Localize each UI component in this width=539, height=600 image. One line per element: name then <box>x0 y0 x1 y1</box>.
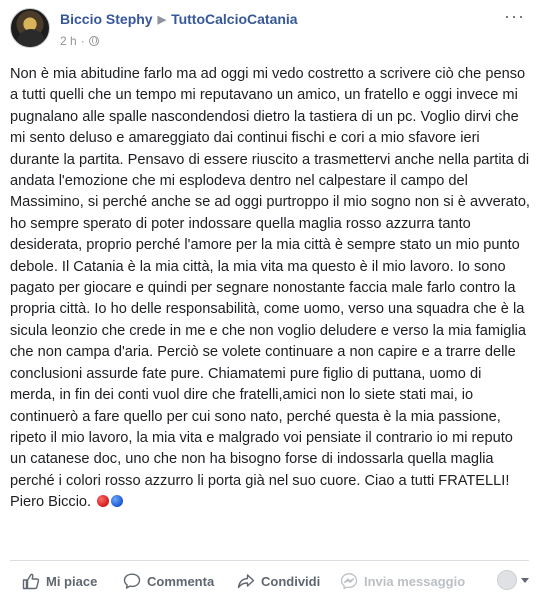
like-label: Mi piace <box>46 573 98 589</box>
message-icon <box>340 573 358 590</box>
comment-button[interactable]: Commenta <box>123 572 214 590</box>
like-icon <box>22 573 40 590</box>
actions-divider <box>10 560 529 561</box>
post-signature-line: Piero Biccio. <box>10 492 530 513</box>
post-body: Non è mia abitudine farlo ma ad oggi mi … <box>10 64 530 514</box>
audience-caret-icon <box>521 577 529 583</box>
send-message-button[interactable]: Invia messaggio <box>340 572 465 590</box>
blue-circle-emoji <box>111 495 124 508</box>
meta-separator: · <box>80 34 85 48</box>
author-avatar[interactable] <box>10 8 50 48</box>
post-meta: 2 h · <box>60 34 99 48</box>
post-title-row: Biccio Stephy ▶ TuttoCalcioCatania <box>60 11 298 27</box>
post-signature: Piero Biccio. <box>10 494 92 511</box>
red-circle-emoji <box>97 495 110 508</box>
author-name-link[interactable]: Biccio Stephy <box>60 11 153 27</box>
post-timestamp[interactable]: 2 h <box>60 34 77 48</box>
send-message-label: Invia messaggio <box>364 573 466 589</box>
comment-label: Commenta <box>147 573 215 589</box>
page-avatar-small <box>497 570 517 590</box>
share-label: Condividi <box>261 573 321 589</box>
like-button[interactable]: Mi piace <box>22 572 97 590</box>
post-message: Non è mia abitudine farlo ma ad oggi mi … <box>10 66 530 489</box>
post-header: Biccio Stephy ▶ TuttoCalcioCatania 2 h · ··… <box>0 0 539 58</box>
share-button[interactable]: Condividi <box>237 572 320 590</box>
share-icon <box>237 574 255 589</box>
target-page-link[interactable]: TuttoCalcioCatania <box>171 11 298 27</box>
globe-icon[interactable] <box>88 36 99 46</box>
more-icon[interactable]: ··· <box>504 6 525 27</box>
post-actions-bar: Mi piace Commenta Condividi Invia messag… <box>0 568 539 596</box>
audience-switcher[interactable] <box>497 570 529 590</box>
comment-icon <box>123 573 141 589</box>
posted-to-arrow-icon: ▶ <box>157 14 167 26</box>
